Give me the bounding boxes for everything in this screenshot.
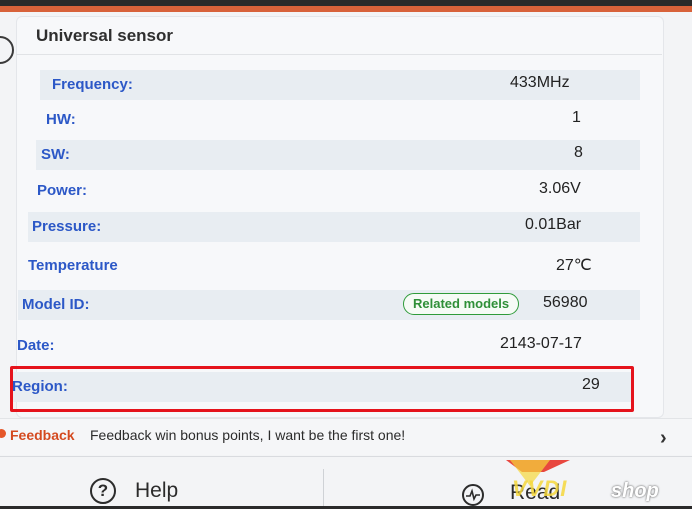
row-sw: SW: 8	[36, 140, 640, 170]
model-id-label: Model ID:	[22, 296, 90, 313]
row-hw: HW: 1	[40, 105, 640, 135]
help-icon[interactable]: ?	[90, 478, 116, 504]
card-title: Universal sensor	[36, 26, 174, 45]
top-status-strip	[0, 6, 692, 12]
feedback-bar[interactable]: Feedback Feedback win bonus points, I wa…	[0, 418, 692, 455]
app-screen: Universal sensor Frequency: 433MHz HW: 1…	[0, 6, 692, 506]
power-value: 3.06V	[539, 180, 581, 197]
pressure-value: 0.01Bar	[525, 216, 582, 233]
feedback-text: Feedback win bonus points, I want be the…	[90, 427, 406, 443]
frequency-value: 433MHz	[510, 74, 570, 91]
pressure-label: Pressure:	[32, 218, 102, 235]
hw-value: 1	[572, 109, 581, 126]
bottom-divider	[323, 469, 324, 506]
chevron-right-icon[interactable]: ›	[660, 427, 667, 450]
back-button[interactable]	[0, 36, 14, 64]
read-icon[interactable]	[462, 484, 484, 506]
title-divider	[16, 54, 662, 55]
watermark-suffix: shop	[611, 480, 659, 502]
region-highlight-box	[10, 366, 634, 412]
temperature-value: 27℃	[556, 257, 592, 274]
row-temperature: Temperature 27℃	[26, 251, 640, 281]
model-id-value: 56980	[543, 294, 588, 311]
help-button[interactable]: Help	[135, 479, 178, 503]
date-label: Date:	[17, 337, 55, 354]
watermark-brand: VVDI	[512, 476, 568, 501]
feedback-tag: Feedback	[10, 427, 75, 443]
hw-label: HW:	[46, 111, 76, 128]
feedback-icon	[0, 429, 6, 438]
frequency-label: Frequency:	[52, 76, 133, 93]
pulse-icon	[466, 488, 480, 502]
row-model-id: Model ID: Related models 56980	[18, 290, 640, 320]
row-frequency: Frequency: 433MHz	[40, 70, 640, 100]
sw-value: 8	[574, 144, 583, 161]
related-models-button[interactable]: Related models	[403, 293, 520, 315]
sw-label: SW:	[41, 146, 70, 163]
row-power: Power: 3.06V	[34, 176, 640, 206]
row-date: Date: 2143-07-17	[14, 331, 640, 361]
date-value: 2143-07-17	[500, 335, 582, 352]
temperature-label: Temperature	[28, 257, 118, 274]
row-pressure: Pressure: 0.01Bar	[28, 212, 640, 242]
power-label: Power:	[37, 182, 88, 199]
